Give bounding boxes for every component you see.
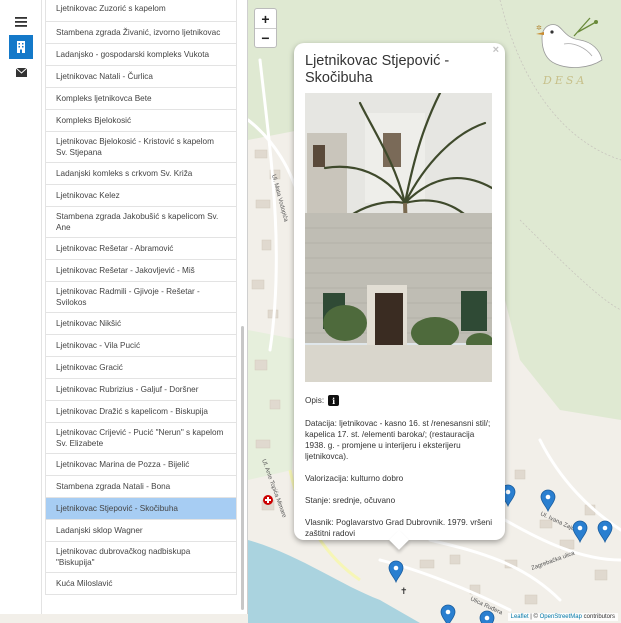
map-marker-dot — [545, 494, 551, 500]
buildings-button[interactable] — [9, 35, 33, 59]
map-marker-dot — [393, 565, 399, 571]
opis-label: Opis: — [305, 396, 325, 405]
attribution-separator: | © — [528, 614, 540, 620]
list-item[interactable]: Ljetnikovac - Vila Pucić — [45, 335, 237, 357]
logo-text: DESA — [542, 74, 587, 87]
list-item[interactable]: Ladanjsko - gospodarski kompleks Vukota — [45, 44, 237, 66]
place-popup: × Ljetnikovac Stjepović - Skočibuha Opis… — [294, 43, 505, 550]
hospital-icon — [263, 495, 273, 505]
list-item[interactable]: Stambena zgrada Živanić, izvorno ljetnik… — [45, 22, 237, 44]
list-item[interactable]: Stambena zgrada Natali - Bona — [45, 476, 237, 498]
list-item[interactable]: Ljetnikovac Kelez — [45, 185, 237, 207]
map-marker-dot — [577, 525, 583, 531]
list-item[interactable]: Stambena zgrada Jakobušić s kapelicom Sv… — [45, 207, 237, 238]
place-photo — [305, 93, 492, 382]
envelope-icon — [15, 67, 27, 77]
list-item[interactable]: Ljetnikovac Zuzorić s kapelom — [45, 0, 237, 22]
list-scrollbar[interactable] — [241, 326, 244, 610]
list-item[interactable]: Ljetnikovac Dražić s kapelicom - Biskupi… — [45, 401, 237, 423]
attribution-suffix: contributors — [581, 614, 615, 620]
list-item[interactable]: Ljetnikovac Rešetar - Abramović — [45, 238, 237, 260]
heritage-list: Ljetnikovac Zuzorić s kapelom Stambena zg… — [45, 0, 237, 595]
menu-button[interactable] — [9, 10, 33, 34]
map-marker-dot — [445, 609, 451, 615]
menu-icon — [15, 17, 27, 27]
list-item[interactable]: Kompleks ljetnikovca Bete — [45, 88, 237, 110]
map-marker-dot — [602, 525, 608, 531]
dating-text: Datacija: ljetnikovac - kasno 16. st /re… — [305, 419, 491, 461]
list-item[interactable]: Ljetnikovac Marina de Pozza - Bijelić — [45, 454, 237, 476]
condition-text: Stanje: srednje, očuvano — [305, 496, 396, 505]
list-item[interactable]: Kompleks Bjelokosić — [45, 110, 237, 132]
osm-link[interactable]: OpenStreetMap — [540, 614, 582, 620]
map-marker-dot — [505, 489, 511, 495]
sidebar-rail — [0, 0, 42, 614]
list-item[interactable]: Ljetnikovac Stjepović - Skočibuha — [45, 498, 237, 520]
zoom-out-button[interactable]: − — [255, 28, 276, 47]
svg-text:✲: ✲ — [536, 24, 542, 32]
heritage-list-panel[interactable]: Ljetnikovac Zuzorić s kapelom Stambena zg… — [42, 0, 248, 614]
contact-button[interactable] — [9, 60, 33, 84]
desa-logo: ✲ DESA — [536, 17, 603, 87]
list-item[interactable]: Ljetnikovac Rešetar - Jakovljević - Miš — [45, 260, 237, 282]
church-icon: ✝ — [400, 587, 408, 597]
valorization-text: Valorizacija: kulturno dobro — [305, 474, 404, 483]
popup-close-button[interactable]: × — [493, 44, 499, 56]
map-attribution: Leaflet | © OpenStreetMap contributors — [507, 613, 618, 621]
list-item[interactable]: Kuća Miloslavić — [45, 573, 237, 595]
list-item[interactable]: Ljetnikovac Bjelokosić - Kristović s kap… — [45, 132, 237, 163]
zoom-control: + − — [254, 8, 277, 48]
list-item[interactable]: Ljetnikovac Rubrizius - Galjuf - Doršner — [45, 379, 237, 401]
popup-title: Ljetnikovac Stjepović - Skočibuha — [305, 53, 450, 86]
list-item[interactable]: Ljetnikovac dubrovačkog nadbiskupa "Bisk… — [45, 542, 237, 573]
list-item[interactable]: Ljetnikovac Nikšić — [45, 313, 237, 335]
map-marker-dot — [484, 615, 490, 621]
zoom-in-button[interactable]: + — [255, 9, 276, 28]
building-icon — [17, 41, 25, 53]
list-item[interactable]: Ljetnikovac Crijević - Pucić "Nerun" s k… — [45, 423, 237, 454]
list-item[interactable]: Ljetnikovac Radmili - Gjivoje - Rešetar … — [45, 282, 237, 313]
list-item[interactable]: Ljetnikovac Gracić — [45, 357, 237, 379]
list-item[interactable]: Ladanjski sklop Wagner — [45, 520, 237, 542]
info-icon[interactable]: i — [328, 395, 340, 406]
leaflet-link[interactable]: Leaflet — [511, 614, 529, 620]
list-item[interactable]: Ljetnikovac Natali - Čurlica — [45, 66, 237, 88]
list-item[interactable]: Ladanjski komleks s crkvom Sv. Križa — [45, 163, 237, 185]
